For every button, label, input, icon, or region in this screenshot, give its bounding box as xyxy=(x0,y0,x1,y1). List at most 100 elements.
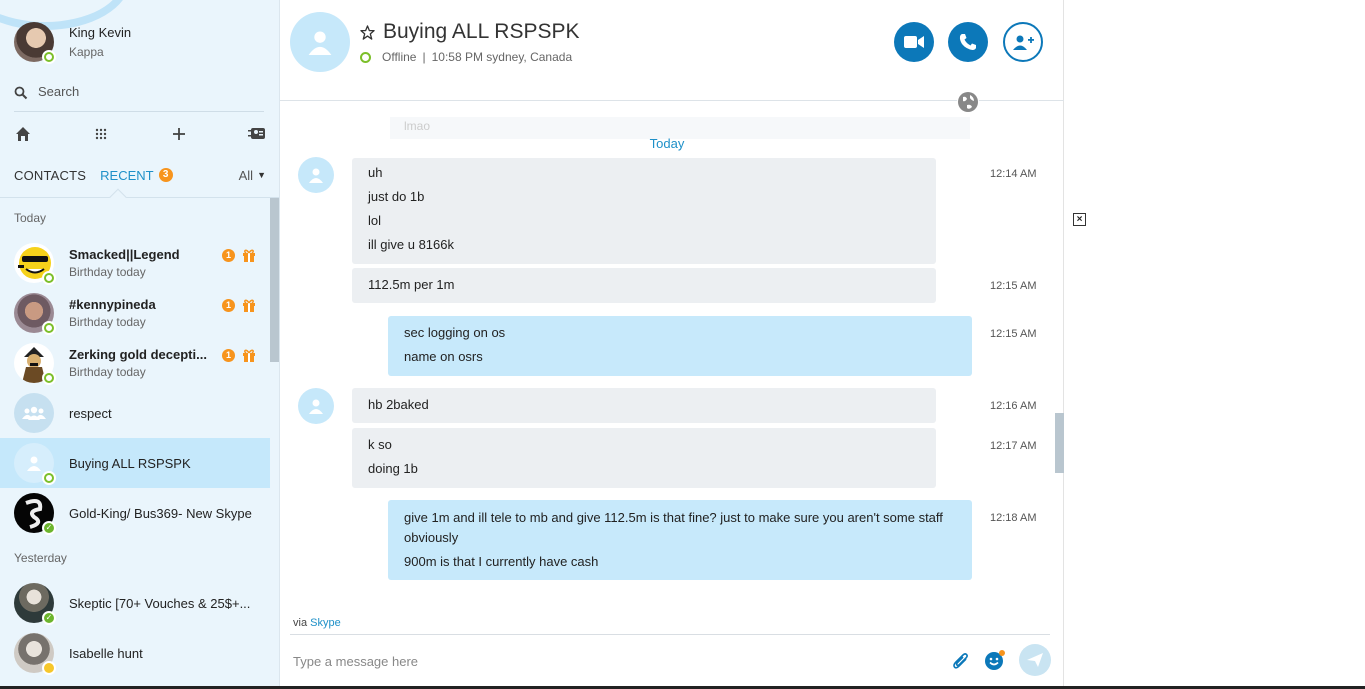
contact-item[interactable]: ✓ Gold-King/ Bus369- New Skype xyxy=(0,488,270,538)
sender-avatar[interactable] xyxy=(298,388,334,424)
unread-badge: 1 xyxy=(222,298,235,312)
message-timestamp: 12:17 AM xyxy=(990,440,1037,452)
contact-avatar xyxy=(14,343,56,385)
message-line: 112.5m per 1m xyxy=(368,277,455,292)
audio-call-button[interactable] xyxy=(948,22,988,62)
message-timestamp: 12:18 AM xyxy=(990,512,1037,524)
section-label-today: Today xyxy=(14,211,47,225)
send-icon xyxy=(1027,653,1043,667)
message-line: doing 1b xyxy=(368,461,418,476)
contact-name: #kennypineda xyxy=(69,297,156,312)
online-status-icon xyxy=(42,471,56,485)
chat-scrollbar[interactable] xyxy=(1055,413,1064,473)
video-call-button[interactable] xyxy=(894,22,934,62)
contacts-card-icon[interactable] xyxy=(248,125,266,143)
broken-image-icon: × xyxy=(1073,213,1086,226)
available-status-icon: ✓ xyxy=(42,611,56,625)
search-icon xyxy=(14,86,28,100)
contact-subtitle: Birthday today xyxy=(69,315,146,329)
add-person-icon xyxy=(1013,35,1034,50)
skype-link[interactable]: Skype xyxy=(310,617,341,629)
paperclip-icon xyxy=(953,653,968,669)
contact-name: Isabelle hunt xyxy=(69,645,143,661)
contact-avatar xyxy=(14,633,56,675)
contact-item[interactable]: #kennypineda Birthday today 1 xyxy=(0,288,270,338)
contact-item[interactable]: respect xyxy=(0,388,270,438)
emoticon-button[interactable] xyxy=(984,649,1006,671)
plus-icon[interactable] xyxy=(170,125,188,143)
chevron-down-icon: ▼ xyxy=(257,170,266,180)
message-line: sec logging on os xyxy=(404,325,506,340)
message-line: uh xyxy=(368,165,383,180)
status-text: Offline xyxy=(382,50,417,64)
profile-avatar[interactable] xyxy=(14,22,56,64)
gift-icon[interactable] xyxy=(242,248,256,262)
sidebar-toolbar xyxy=(14,124,266,144)
message-bubble[interactable]: uh just do 1b lol ill give u 8166k xyxy=(352,158,936,264)
online-status-icon xyxy=(42,371,56,385)
tab-divider xyxy=(0,197,279,198)
conversation-header: Buying ALL RSPSPK Offline | 10:58 PM syd… xyxy=(280,0,1064,113)
local-time-location: 10:58 PM sydney, Canada xyxy=(431,50,573,64)
day-separator: Today xyxy=(649,136,685,151)
contact-name: Skeptic [70+ Vouches & 25$+... xyxy=(69,595,251,611)
phone-icon xyxy=(959,34,976,50)
contact-item[interactable]: ✓ Skeptic [70+ Vouches & 25$+... xyxy=(0,578,270,628)
contact-item[interactable]: Isabelle hunt xyxy=(0,628,270,678)
section-label-yesterday: Yesterday xyxy=(14,551,67,565)
skype-window: King Kevin Kappa Search CONTACTS RECENT … xyxy=(0,0,1365,689)
conversation-status: Offline | 10:58 PM sydney, Canada xyxy=(360,50,572,64)
message-line: 900m is that I currently have cash xyxy=(404,554,599,569)
message-timestamp: 12:15 AM xyxy=(990,328,1037,340)
message-line: hb 2baked xyxy=(368,397,429,412)
message-line: name on osrs xyxy=(404,349,483,364)
profile[interactable]: King Kevin Kappa xyxy=(14,22,131,64)
message-bubble[interactable]: k so doing 1b xyxy=(352,428,936,488)
away-status-icon xyxy=(42,661,56,675)
compose-divider xyxy=(290,634,1050,635)
tab-contacts[interactable]: CONTACTS xyxy=(14,168,86,183)
conversation-avatar[interactable] xyxy=(290,12,350,72)
message-line: k so xyxy=(368,437,392,452)
message-input[interactable]: Type a message here xyxy=(293,654,418,669)
search-input[interactable]: Search xyxy=(14,84,264,112)
offline-status-icon xyxy=(360,51,371,63)
contact-item[interactable]: Zerking gold decepti... Birthday today 1 xyxy=(0,338,270,388)
conversation-pane: Buying ALL RSPSPK Offline | 10:58 PM syd… xyxy=(280,0,1064,689)
person-icon xyxy=(309,399,323,414)
person-icon xyxy=(308,31,332,55)
video-camera-icon xyxy=(904,36,924,48)
online-status-icon xyxy=(42,50,56,64)
contact-item[interactable]: Smacked||Legend Birthday today 1 xyxy=(0,238,270,288)
emoticon-icon xyxy=(985,650,1005,670)
contact-avatar: ✓ xyxy=(14,493,56,535)
filter-dropdown[interactable]: All ▼ xyxy=(239,168,266,183)
sidebar-scrollbar[interactable] xyxy=(270,198,279,362)
dialpad-icon[interactable] xyxy=(92,125,110,143)
attach-button[interactable] xyxy=(950,650,972,672)
globe-icon[interactable] xyxy=(957,91,979,113)
gift-icon[interactable] xyxy=(242,348,256,362)
star-icon[interactable] xyxy=(360,24,375,40)
message-bubble[interactable]: 112.5m per 1m xyxy=(352,268,936,303)
message-bubble-outgoing[interactable]: give 1m and ill tele to mb and give 112.… xyxy=(388,500,972,580)
tab-recent[interactable]: RECENT 3 xyxy=(100,168,173,183)
message-timestamp: 12:15 AM xyxy=(990,280,1037,292)
sender-avatar[interactable] xyxy=(298,157,334,193)
message-bubble-outgoing[interactable]: sec logging on os name on osrs xyxy=(388,316,972,376)
sidebar-tabs: CONTACTS RECENT 3 All ▼ xyxy=(14,164,266,186)
contact-subtitle: Birthday today xyxy=(69,265,146,279)
contact-avatar xyxy=(14,393,54,433)
send-button[interactable] xyxy=(1019,644,1051,676)
group-icon xyxy=(22,406,46,420)
gift-icon[interactable] xyxy=(242,298,256,312)
message-timestamp: 12:14 AM xyxy=(990,168,1037,180)
home-icon[interactable] xyxy=(14,125,32,143)
contact-item-selected[interactable]: Buying ALL RSPSPK xyxy=(0,438,270,488)
unread-badge: 1 xyxy=(222,348,235,362)
message-timestamp: 12:16 AM xyxy=(990,400,1037,412)
online-status-icon xyxy=(42,271,56,285)
add-people-button[interactable] xyxy=(1003,22,1043,62)
message-bubble[interactable]: hb 2baked xyxy=(352,388,936,423)
profile-mood: Kappa xyxy=(69,45,104,59)
